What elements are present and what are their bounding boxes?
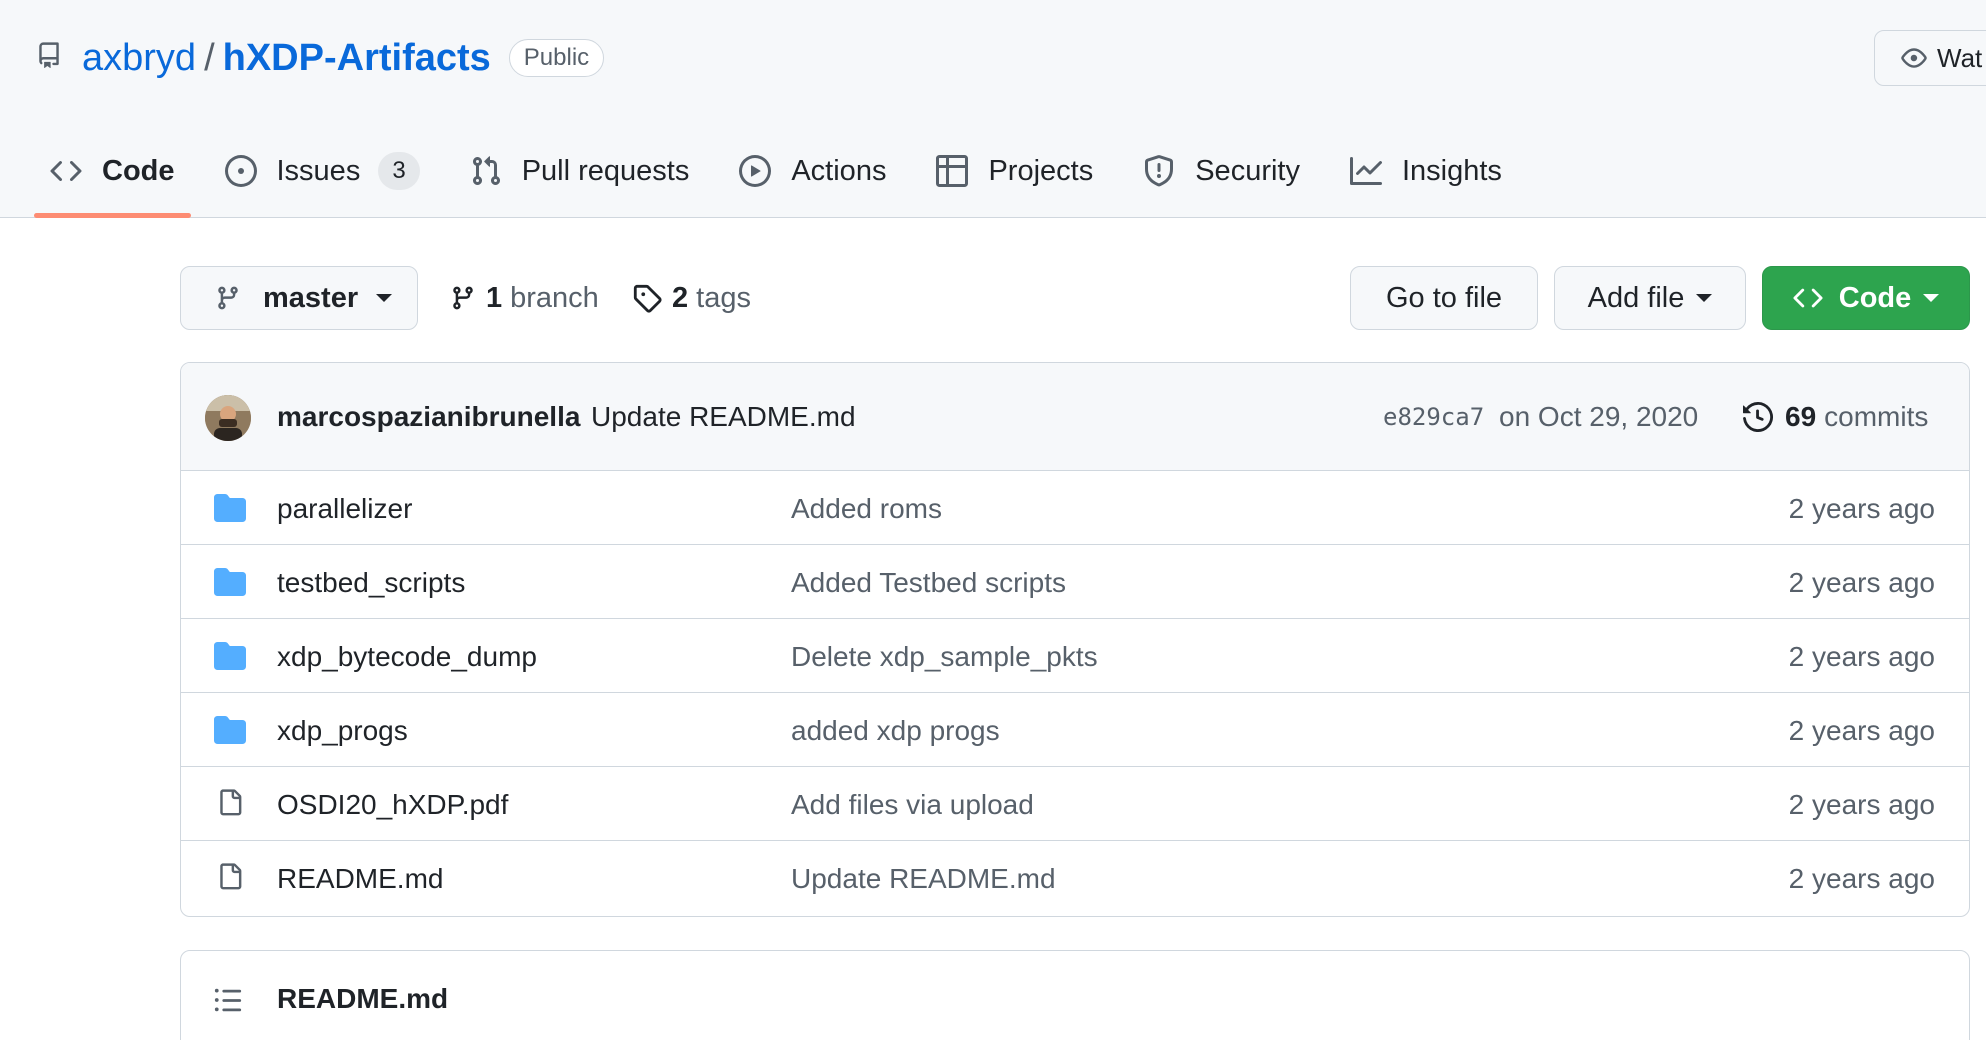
folder-icon xyxy=(213,565,247,599)
code-icon xyxy=(1793,288,1823,308)
latest-commit-bar: marcospazianibrunella Update README.md e… xyxy=(181,363,1969,471)
tab-label: Issues xyxy=(276,154,361,187)
tab-code[interactable]: Code xyxy=(34,140,191,218)
tags-link[interactable]: 2 tags xyxy=(632,266,751,330)
folder-icon xyxy=(213,491,247,525)
file-commit-message[interactable]: Add files via upload xyxy=(791,789,1034,821)
play-icon xyxy=(739,155,772,187)
file-name-link[interactable]: xdp_progs xyxy=(277,715,408,747)
file-list: marcospazianibrunella Update README.md e… xyxy=(180,362,1970,917)
tags-label: tags xyxy=(696,281,751,314)
tags-count: 2 xyxy=(672,281,689,314)
avatar[interactable] xyxy=(205,395,251,441)
eye-icon xyxy=(1901,48,1927,68)
add-file-button[interactable]: Add file xyxy=(1554,266,1746,330)
visibility-badge: Public xyxy=(508,39,605,77)
tab-projects[interactable]: Projects xyxy=(920,140,1109,202)
file-name-link[interactable]: xdp_bytecode_dump xyxy=(277,641,537,673)
commit-message-link[interactable]: Update README.md xyxy=(591,401,856,433)
watch-label: Wat xyxy=(1937,42,1983,73)
file-name-link[interactable]: parallelizer xyxy=(277,493,412,525)
add-file-label: Add file xyxy=(1587,281,1685,314)
file-toolbar: master 1 branch 2 tags Go to file Add fi… xyxy=(180,266,1970,332)
tab-issues[interactable]: Issues 3 xyxy=(209,140,436,202)
file-name-link[interactable]: testbed_scripts xyxy=(277,567,465,599)
file-age: 2 years ago xyxy=(1788,789,1935,820)
file-age: 2 years ago xyxy=(1788,493,1935,524)
repo-owner-link[interactable]: axbryd xyxy=(82,37,196,80)
file-commit-message[interactable]: Delete xdp_sample_pkts xyxy=(791,641,1098,673)
table-icon xyxy=(936,155,969,187)
commits-history-link[interactable]: 69 commits xyxy=(1743,399,1928,435)
branch-select-button[interactable]: master xyxy=(180,266,418,330)
go-to-file-button[interactable]: Go to file xyxy=(1350,266,1538,330)
git-pull-request-icon xyxy=(472,156,500,186)
branches-link[interactable]: 1 branch xyxy=(450,266,599,330)
file-icon xyxy=(213,787,247,821)
commits-label: commits xyxy=(1824,401,1929,432)
branches-label: branch xyxy=(510,281,599,314)
branch-name: master xyxy=(263,281,359,314)
tab-label: Pull requests xyxy=(521,154,690,187)
file-name-link[interactable]: OSDI20_hXDP.pdf xyxy=(277,789,508,821)
file-age: 2 years ago xyxy=(1788,715,1935,746)
repo-name-link[interactable]: hXDP-Artifacts xyxy=(223,37,491,80)
file-name-link[interactable]: README.md xyxy=(277,863,443,895)
readme-panel: README.md xyxy=(180,950,1970,1040)
table-row[interactable]: testbed_scripts Added Testbed scripts 2 … xyxy=(181,545,1969,619)
tab-actions[interactable]: Actions xyxy=(723,140,902,202)
watch-button[interactable]: Wat xyxy=(1874,30,1986,86)
chevron-down-icon xyxy=(376,294,393,302)
repo-separator: / xyxy=(204,36,215,79)
tab-label: Projects xyxy=(988,154,1094,187)
repo-header: axbryd / hXDP-Artifacts Public Wat Code … xyxy=(0,0,1986,218)
issues-counter: 3 xyxy=(378,152,420,190)
code-download-button[interactable]: Code xyxy=(1762,266,1970,330)
file-age: 2 years ago xyxy=(1788,641,1935,672)
code-icon xyxy=(50,160,82,182)
file-commit-message[interactable]: Added Testbed scripts xyxy=(791,567,1066,599)
repo-title: axbryd / hXDP-Artifacts Public xyxy=(36,34,605,82)
file-commit-message[interactable]: added xdp progs xyxy=(791,715,1000,747)
table-row[interactable]: OSDI20_hXDP.pdf Add files via upload 2 y… xyxy=(181,767,1969,841)
table-row[interactable]: parallelizer Added roms 2 years ago xyxy=(181,471,1969,545)
folder-icon xyxy=(213,639,247,673)
tab-insights[interactable]: Insights xyxy=(1334,140,1518,202)
chevron-down-icon xyxy=(1923,294,1940,302)
repo-icon xyxy=(36,41,66,75)
repo-tabs: Code Issues 3 Pull requests Actions Proj… xyxy=(34,140,1536,218)
tab-label: Code xyxy=(102,154,175,187)
file-age: 2 years ago xyxy=(1788,863,1935,894)
graph-icon xyxy=(1349,157,1382,185)
tab-label: Actions xyxy=(791,154,887,187)
file-icon xyxy=(213,861,247,895)
code-button-label: Code xyxy=(1838,281,1912,314)
list-unordered-icon[interactable] xyxy=(213,985,243,1020)
git-branch-icon xyxy=(453,286,473,310)
go-to-file-label: Go to file xyxy=(1385,281,1503,314)
table-row[interactable]: README.md Update README.md 2 years ago xyxy=(181,841,1969,915)
folder-icon xyxy=(213,713,247,747)
commit-date: on Oct 29, 2020 xyxy=(1499,401,1699,432)
tab-security[interactable]: Security xyxy=(1127,140,1316,202)
commit-sha-link[interactable]: e829ca7 xyxy=(1383,403,1484,431)
chevron-down-icon xyxy=(1696,294,1713,302)
branches-count: 1 xyxy=(486,281,503,314)
table-row[interactable]: xdp_bytecode_dump Delete xdp_sample_pkts… xyxy=(181,619,1969,693)
shield-icon xyxy=(1145,155,1174,187)
tab-label: Security xyxy=(1195,154,1300,187)
tag-icon xyxy=(633,284,662,313)
file-commit-message[interactable]: Update README.md xyxy=(791,863,1056,895)
issue-opened-icon xyxy=(224,155,257,187)
tab-pull-requests[interactable]: Pull requests xyxy=(454,140,706,202)
git-branch-icon xyxy=(218,286,238,310)
history-icon xyxy=(1743,402,1773,432)
tab-label: Insights xyxy=(1401,154,1502,187)
file-commit-message[interactable]: Added roms xyxy=(791,493,942,525)
table-row[interactable]: xdp_progs added xdp progs 2 years ago xyxy=(181,693,1969,767)
file-age: 2 years ago xyxy=(1788,567,1935,598)
commit-author-link[interactable]: marcospazianibrunella xyxy=(277,401,580,433)
readme-title: README.md xyxy=(277,983,449,1014)
commits-count: 69 xyxy=(1785,401,1817,432)
